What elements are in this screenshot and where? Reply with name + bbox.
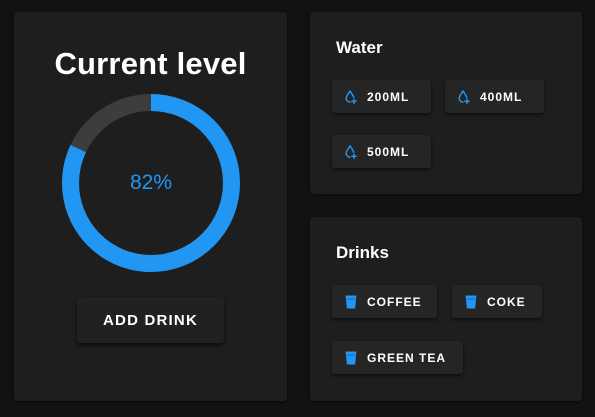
water-card: Water 200ML 400ML 500ML <box>310 12 582 194</box>
current-level-title: Current level <box>54 46 247 81</box>
drink-coke-label: COKE <box>487 294 526 309</box>
current-level-card: Current level 82% ADD DRINK <box>14 12 287 401</box>
water-400ml-button[interactable]: 400ML <box>445 80 544 113</box>
water-drop-plus-icon <box>345 144 357 159</box>
water-title: Water <box>336 38 383 57</box>
water-200ml-button[interactable]: 200ML <box>332 80 431 113</box>
water-500ml-button[interactable]: 500ML <box>332 135 431 168</box>
water-500ml-label: 500ML <box>367 144 410 159</box>
level-percent-text: 82% <box>129 171 173 194</box>
drink-coffee-label: COFFEE <box>367 294 422 309</box>
cup-icon <box>465 295 477 309</box>
water-200ml-label: 200ML <box>367 89 410 104</box>
cup-icon <box>345 295 357 309</box>
drink-coffee-button[interactable]: COFFEE <box>332 285 437 318</box>
drink-green-tea-label: GREEN TEA <box>367 350 447 365</box>
drinks-title: Drinks <box>336 243 389 262</box>
add-drink-button[interactable]: ADD DRINK <box>77 297 224 343</box>
drinks-card: Drinks COFFEE COKE GREEN TEA <box>310 217 582 401</box>
drink-coke-button[interactable]: COKE <box>452 285 542 318</box>
drink-green-tea-button[interactable]: GREEN TEA <box>332 341 463 374</box>
water-drop-plus-icon <box>458 89 470 104</box>
water-drop-plus-icon <box>345 89 357 104</box>
water-400ml-label: 400ML <box>480 89 523 104</box>
cup-icon <box>345 351 357 365</box>
